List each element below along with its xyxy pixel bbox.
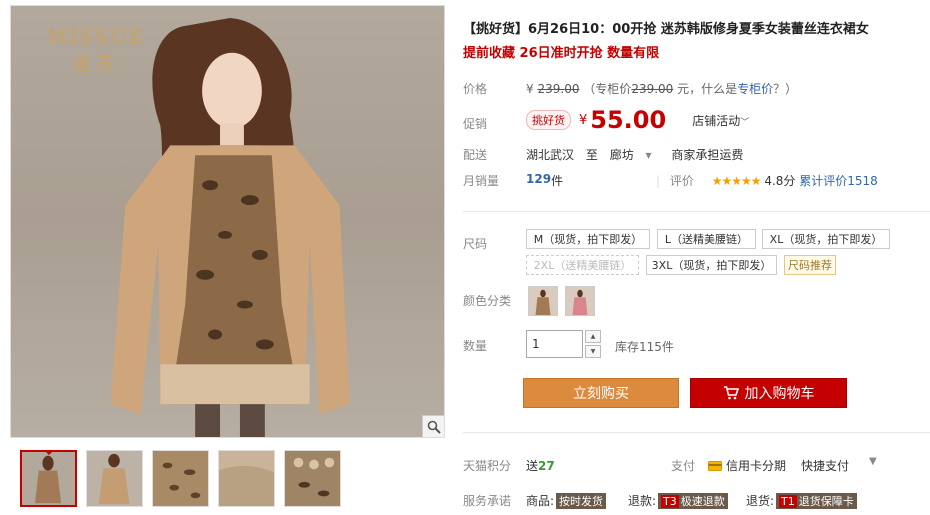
caret-down-icon: ▾	[645, 148, 652, 162]
add-to-cart-label: 加入购物车	[744, 386, 815, 402]
brand-name-en: MISSUE	[47, 24, 146, 48]
service-tag-code: T3	[661, 494, 679, 508]
quantity-input[interactable]	[526, 330, 583, 358]
original-price-row: ¥ 239.00 （专柜价239.00 元，什么是专柜价？）	[526, 80, 797, 97]
promo-price-row: 挑好货 ¥ 55.00 店铺活动﹀	[526, 106, 749, 134]
service-tag-text: 按时发货	[559, 494, 604, 508]
color-label: 颜色分类	[463, 294, 512, 308]
review-count-link[interactable]: 累计评价1518	[799, 174, 878, 188]
monthly-sales-label: 月销量	[463, 174, 500, 188]
promo-yen-sign: ¥	[579, 112, 588, 128]
service-prefix: 退货:	[746, 494, 775, 508]
color-swatch-pink[interactable]	[565, 286, 595, 316]
service-tag: T1 退货保障卡	[776, 492, 857, 509]
size-option-3xl[interactable]: 3XL（现货，拍下即发）	[646, 255, 777, 275]
installment-label: 信用卡分期	[726, 459, 787, 473]
payment-more-icon[interactable]: ▼	[869, 456, 877, 467]
shipping-label: 配送	[463, 148, 488, 162]
ship-to-word: 至	[585, 148, 598, 162]
size-option-m[interactable]: M（现货，拍下即发）	[526, 229, 650, 249]
ship-from: 湖北武汉	[526, 148, 575, 162]
quick-pay[interactable]: 快捷支付	[801, 457, 849, 474]
thumbnail-1[interactable]	[20, 450, 77, 507]
thumbnail-4[interactable]	[218, 450, 275, 507]
triangle-up-icon: ▲	[590, 333, 596, 340]
rating-score: 4.8分	[764, 174, 796, 188]
shipping-fee: 商家承担运费	[671, 148, 744, 162]
credit-card-icon	[708, 460, 722, 471]
points-prefix: 送	[526, 459, 539, 473]
service-tag-text: 极速退款	[680, 494, 725, 508]
divider	[463, 211, 930, 212]
store-activity-dropdown[interactable]: 店铺活动﹀	[692, 112, 749, 129]
product-subtitle: 提前收藏 26日准时开抢 数量有限	[463, 46, 660, 61]
rating-label: 评价	[669, 174, 694, 188]
rating-stars: ★★★★★	[711, 174, 762, 188]
service-fast-refund[interactable]: 退款: T3 极速退款	[628, 492, 728, 509]
ship-destination: 廊坊	[609, 148, 634, 162]
yen-sign: ¥	[526, 82, 534, 96]
thumbnail-5[interactable]	[284, 450, 341, 507]
divider	[463, 432, 930, 433]
store-activity-label: 店铺活动	[692, 113, 741, 128]
rating: | 评价 ★★★★★ 4.8分 累计评价1518	[656, 174, 878, 188]
quantity-increase-button[interactable]: ▲	[585, 330, 601, 343]
counter-price-end: ？）	[773, 82, 798, 96]
size-option-xl[interactable]: XL（现货，拍下即发）	[762, 229, 890, 249]
add-to-cart-button[interactable]: 加入购物车	[690, 378, 847, 408]
color-swatch-khaki[interactable]	[528, 286, 558, 316]
stock-count: 库存115件	[615, 340, 674, 354]
brand-logo: MISSUE 迷苏	[47, 24, 146, 76]
size-recommend-button[interactable]: 尺码推荐	[784, 255, 836, 275]
points-number: 27	[538, 459, 555, 473]
counter-price-prefix: （专柜价	[583, 82, 632, 96]
size-option-2xl[interactable]: 2XL（送精美腰链）	[526, 255, 639, 275]
magnifier-icon	[427, 420, 441, 434]
ship-destination-select[interactable]: 廊坊 ▾	[610, 148, 660, 162]
promo-tag: 挑好货	[526, 110, 571, 130]
product-main-image[interactable]: MISSUE 迷苏	[10, 5, 445, 438]
price-label: 价格	[463, 82, 488, 96]
service-label: 服务承诺	[463, 494, 512, 508]
size-label: 尺码	[463, 237, 488, 251]
counter-price-suffix: 元，什么是	[673, 82, 738, 96]
promo-label: 促销	[463, 117, 488, 131]
shipping-row: 湖北武汉 至 廊坊 ▾ 商家承担运费	[526, 146, 751, 163]
service-tag: 按时发货	[556, 492, 607, 509]
payment-label: 支付	[671, 459, 696, 473]
triangle-down-icon: ▼	[590, 348, 596, 355]
service-tag-code: T1	[779, 494, 797, 508]
product-detail-panel: 【挑好货】6月26日10：00开抢 迷苏韩版修身夏季女装蕾丝连衣裙女 提前收藏 …	[463, 0, 930, 515]
sales-row: 129 件 | 评价 ★★★★★ 4.8分 累计评价1518	[526, 172, 926, 189]
quantity-decrease-button[interactable]: ▼	[585, 345, 601, 358]
buy-now-button[interactable]: 立刻购买	[523, 378, 679, 408]
counter-price: 239.00	[631, 82, 674, 96]
brand-name-cn: 迷苏	[72, 54, 121, 75]
thumbnail-2[interactable]	[86, 450, 143, 507]
original-price: 239.00	[537, 82, 580, 96]
points-value: 送27	[526, 457, 555, 474]
chevron-down-icon: ﹀	[740, 117, 750, 128]
counter-price-link[interactable]: 专柜价	[737, 82, 773, 96]
thumbnail-strip	[20, 450, 341, 507]
service-tag-text: 退货保障卡	[798, 494, 854, 508]
service-on-time[interactable]: 商品: 按时发货	[526, 492, 607, 509]
cart-icon	[723, 386, 739, 400]
product-title: 【挑好货】6月26日10：00开抢 迷苏韩版修身夏季女装蕾丝连衣裙女	[463, 22, 869, 37]
service-tag: T3 极速退款	[658, 492, 728, 509]
monthly-sales-count: 129	[526, 172, 552, 186]
service-prefix: 退款:	[628, 494, 657, 508]
installment-payment[interactable]: 信用卡分期	[708, 457, 786, 474]
quantity-label: 数量	[463, 339, 488, 353]
points-label: 天猫积分	[463, 459, 512, 473]
size-option-l[interactable]: L（送精美腰链）	[657, 229, 756, 249]
promo-price: 55.00	[590, 106, 667, 134]
monthly-sales-unit: 件	[551, 174, 564, 188]
zoom-button[interactable]	[422, 415, 444, 437]
thumbnail-3[interactable]	[152, 450, 209, 507]
service-return-guarantee[interactable]: 退货: T1 退货保障卡	[746, 492, 857, 509]
service-prefix: 商品:	[526, 494, 555, 508]
